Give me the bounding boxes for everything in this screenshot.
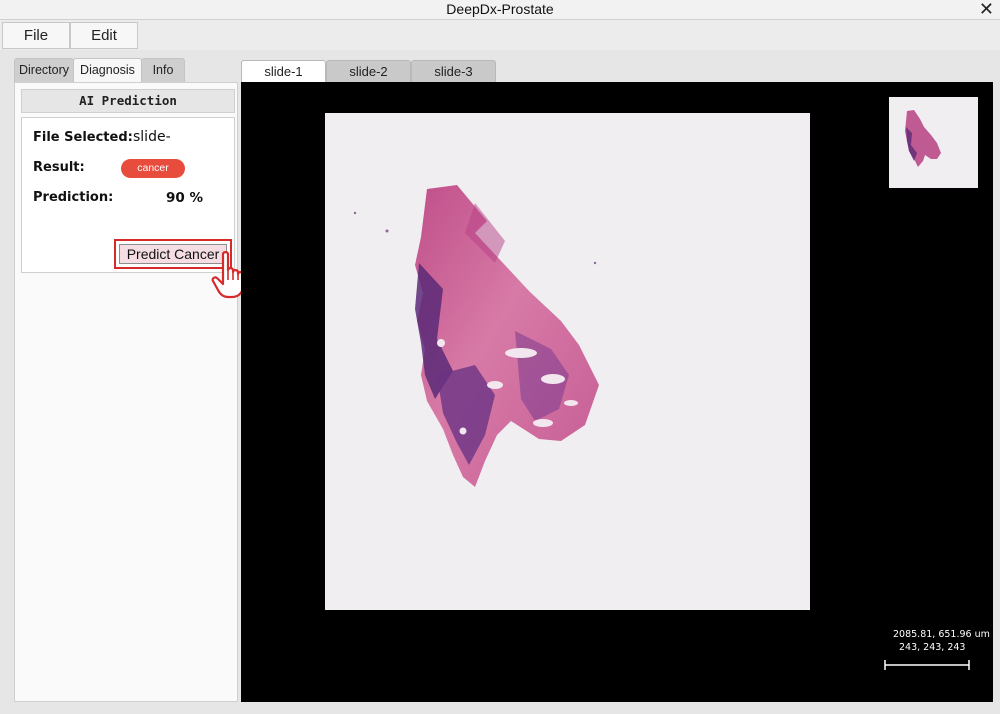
ai-prediction-header: AI Prediction: [21, 89, 235, 113]
tab-info[interactable]: Info: [141, 58, 185, 82]
cursor-readout: 2085.81, 651.96 um 243, 243, 243: [893, 628, 993, 654]
file-selected-label: File Selected:: [33, 130, 133, 145]
tab-slide-2[interactable]: slide-2: [326, 60, 411, 82]
slide-image[interactable]: [325, 113, 810, 610]
prediction-value: 90 %: [166, 190, 204, 206]
result-label: Result:: [33, 160, 85, 175]
menu-bar: File Edit: [0, 20, 1000, 50]
scale-bar: [884, 660, 970, 670]
tab-diagnosis[interactable]: Diagnosis: [73, 58, 142, 82]
tab-slide-1[interactable]: slide-1: [241, 60, 326, 82]
close-icon[interactable]: ✕: [979, 0, 994, 19]
tab-slide-3[interactable]: slide-3: [411, 60, 496, 82]
coordinates-text: 2085.81, 651.96 um: [893, 629, 990, 640]
menu-edit[interactable]: Edit: [70, 22, 138, 49]
pixel-rgb-text: 243, 243, 243: [899, 642, 966, 653]
left-panel: Directory Diagnosis Info AI Prediction F…: [14, 58, 238, 702]
title-bar: DeepDx-Prostate ✕: [0, 0, 1000, 20]
tab-directory[interactable]: Directory: [14, 58, 74, 82]
tissue-image: [353, 185, 599, 487]
file-selected-value: slide-: [133, 129, 171, 145]
slide-thumbnail[interactable]: [889, 97, 978, 188]
prediction-label: Prediction:: [33, 190, 114, 205]
menu-file[interactable]: File: [2, 22, 70, 49]
window-title: DeepDx-Prostate: [446, 1, 554, 17]
result-badge: cancer: [121, 159, 185, 178]
thumbnail-tissue: [905, 110, 941, 167]
slide-viewer[interactable]: 2085.81, 651.96 um 243, 243, 243: [241, 82, 993, 702]
ai-prediction-box: File Selected: slide- Result: cancer Pre…: [21, 117, 235, 273]
diagnosis-panel: AI Prediction File Selected: slide- Resu…: [14, 82, 238, 702]
